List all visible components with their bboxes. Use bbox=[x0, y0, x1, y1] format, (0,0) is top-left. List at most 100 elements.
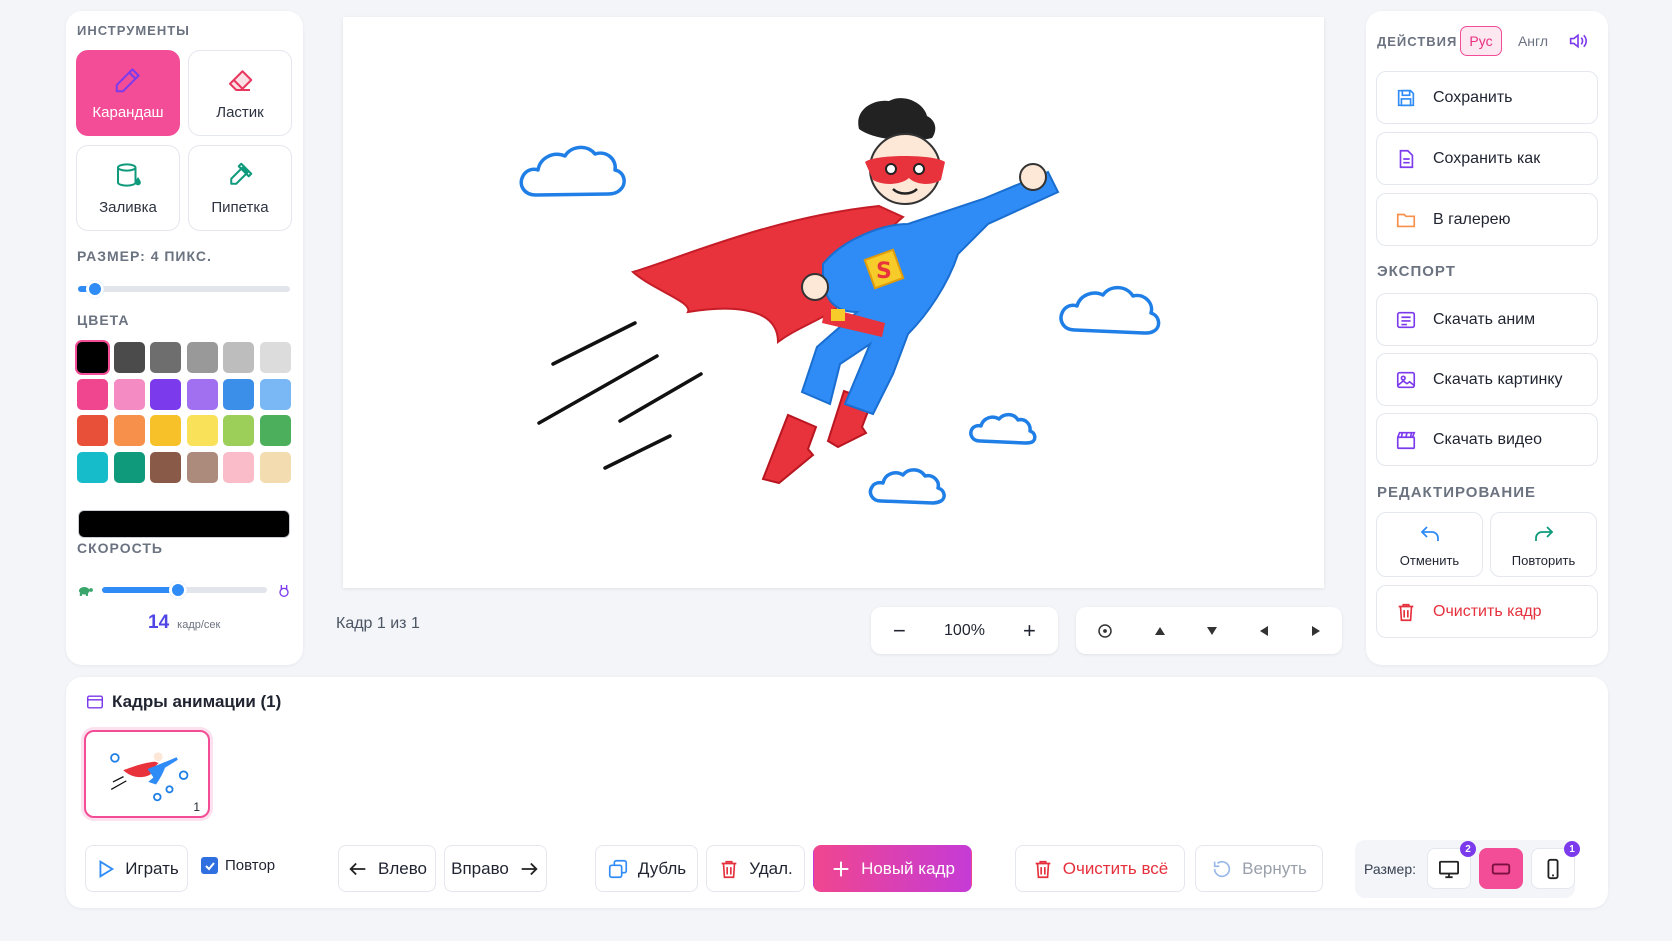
eyedropper-tool-button[interactable]: Пипетка bbox=[188, 145, 292, 231]
actions-panel: ДЕЙСТВИЯ Рус Англ Сохранить Сохранить ка… bbox=[1366, 11, 1608, 665]
zoom-out-button[interactable]: − bbox=[887, 618, 912, 644]
actions-title: ДЕЙСТВИЯ bbox=[1377, 34, 1458, 49]
redo-button[interactable]: Повторить bbox=[1490, 512, 1597, 577]
loop-toggle[interactable]: Повтор bbox=[201, 857, 275, 874]
monitor-icon bbox=[1439, 860, 1459, 878]
color-swatch[interactable] bbox=[186, 451, 218, 483]
clear-frame-label: Очистить кадр bbox=[1433, 602, 1542, 620]
clear-frame-button[interactable]: Очистить кадр bbox=[1376, 585, 1598, 638]
color-swatch[interactable] bbox=[223, 342, 254, 373]
current-color-swatch[interactable] bbox=[78, 510, 290, 538]
drawing-canvas[interactable]: S bbox=[343, 17, 1324, 588]
color-swatch[interactable] bbox=[186, 378, 218, 410]
delete-button[interactable]: Удал. bbox=[706, 845, 805, 892]
color-swatch[interactable] bbox=[113, 378, 145, 410]
restore-button[interactable]: Вернуть bbox=[1195, 845, 1323, 892]
new-frame-label: Новый кадр bbox=[861, 858, 955, 878]
cloud-icon bbox=[868, 468, 946, 505]
eraser-tool-button[interactable]: Ластик bbox=[188, 50, 292, 136]
pan-left-icon[interactable] bbox=[1258, 625, 1270, 637]
copy-icon bbox=[608, 859, 627, 878]
download-image-button[interactable]: Скачать картинку bbox=[1376, 353, 1598, 406]
play-label: Играть bbox=[125, 858, 179, 878]
tools-panel: ИНСТРУМЕНТЫ Карандаш Ластик Заливка Пипе… bbox=[66, 11, 303, 665]
delete-label: Удал. bbox=[749, 858, 793, 878]
color-swatch[interactable] bbox=[113, 451, 145, 483]
color-swatch[interactable] bbox=[77, 451, 108, 483]
move-right-button[interactable]: Вправо bbox=[444, 845, 547, 892]
size-slider[interactable] bbox=[78, 280, 290, 298]
color-swatch[interactable] bbox=[223, 451, 254, 483]
color-swatch[interactable] bbox=[259, 451, 291, 483]
loop-checkbox[interactable] bbox=[201, 857, 218, 874]
color-swatch[interactable] bbox=[77, 378, 108, 410]
gallery-button[interactable]: В галерею bbox=[1376, 193, 1598, 246]
arrow-left-icon bbox=[349, 862, 366, 875]
desktop-size-button[interactable]: 2 bbox=[1427, 841, 1476, 889]
save-as-button[interactable]: Сохранить как bbox=[1376, 132, 1598, 185]
lang-en-button[interactable]: Англ bbox=[1512, 26, 1554, 56]
pan-controls bbox=[1076, 607, 1342, 654]
download-anim-button[interactable]: Скачать аним bbox=[1376, 293, 1598, 346]
color-swatch[interactable] bbox=[150, 342, 181, 373]
zoom-controls: − 100% + bbox=[871, 607, 1058, 654]
color-swatch[interactable] bbox=[186, 415, 218, 446]
loop-label: Повтор bbox=[225, 857, 276, 874]
pan-right-icon[interactable] bbox=[1310, 625, 1322, 637]
move-right-label: Вправо bbox=[451, 858, 509, 878]
frame-thumbnail-image bbox=[110, 752, 189, 802]
color-swatch[interactable] bbox=[113, 342, 145, 373]
speed-slider-knob[interactable] bbox=[168, 581, 187, 599]
document-icon bbox=[1399, 149, 1414, 168]
color-swatch[interactable] bbox=[259, 342, 291, 373]
color-swatch[interactable] bbox=[150, 415, 181, 446]
pan-down-icon[interactable] bbox=[1206, 625, 1218, 637]
color-swatch[interactable] bbox=[186, 342, 218, 373]
pencil-tool-button[interactable]: Карандаш bbox=[76, 50, 180, 136]
tablet-size-button[interactable] bbox=[1479, 848, 1523, 889]
color-swatch[interactable] bbox=[150, 378, 181, 410]
desktop-badge: 2 bbox=[1460, 841, 1476, 857]
save-icon bbox=[1397, 89, 1415, 106]
size-slider-knob[interactable] bbox=[86, 280, 104, 298]
clear-all-button[interactable]: Очистить всё bbox=[1015, 845, 1185, 892]
eyedropper-icon bbox=[230, 162, 253, 185]
color-swatch[interactable] bbox=[77, 415, 108, 446]
bucket-icon bbox=[117, 163, 141, 187]
color-swatch[interactable] bbox=[259, 378, 291, 410]
color-swatch[interactable] bbox=[223, 415, 254, 446]
color-swatch[interactable] bbox=[259, 415, 291, 446]
lang-ru-button[interactable]: Рус bbox=[1460, 26, 1502, 56]
save-button[interactable]: Сохранить bbox=[1376, 71, 1598, 124]
color-swatch[interactable] bbox=[77, 342, 108, 373]
tools-title: ИНСТРУМЕНТЫ bbox=[77, 23, 190, 38]
color-swatch[interactable] bbox=[150, 451, 181, 483]
move-left-button[interactable]: Влево bbox=[338, 845, 436, 892]
fill-tool-button[interactable]: Заливка bbox=[76, 145, 180, 231]
speed-value: 14 bbox=[148, 612, 170, 633]
color-swatch[interactable] bbox=[223, 378, 254, 410]
speed-title: СКОРОСТЬ bbox=[77, 540, 163, 556]
undo-button[interactable]: Отменить bbox=[1376, 512, 1483, 577]
zoom-in-button[interactable]: + bbox=[1017, 618, 1042, 644]
mobile-size-button[interactable]: 1 bbox=[1531, 841, 1580, 889]
center-icon[interactable] bbox=[1096, 622, 1114, 640]
duplicate-button[interactable]: Дубль bbox=[595, 845, 698, 892]
speaker-icon[interactable] bbox=[1568, 32, 1588, 50]
checkmark-icon bbox=[204, 861, 215, 870]
pan-up-icon[interactable] bbox=[1154, 625, 1166, 637]
speed-slider[interactable] bbox=[102, 581, 267, 599]
color-swatch[interactable] bbox=[113, 415, 145, 446]
new-frame-button[interactable]: Новый кадр bbox=[813, 845, 972, 892]
mobile-badge: 1 bbox=[1564, 841, 1580, 857]
download-video-button[interactable]: Скачать видео bbox=[1376, 413, 1598, 466]
trash-icon bbox=[1398, 603, 1414, 621]
save-as-label: Сохранить как bbox=[1433, 149, 1541, 167]
restore-icon bbox=[1213, 860, 1231, 877]
frame-info: Кадр 1 из 1 bbox=[336, 615, 420, 632]
colors-title: ЦВЕТА bbox=[77, 312, 130, 328]
play-button[interactable]: Играть bbox=[85, 845, 188, 892]
frame-thumbnail[interactable]: 1 bbox=[84, 730, 210, 818]
trash-icon bbox=[721, 860, 737, 878]
rabbit-icon bbox=[279, 585, 289, 597]
